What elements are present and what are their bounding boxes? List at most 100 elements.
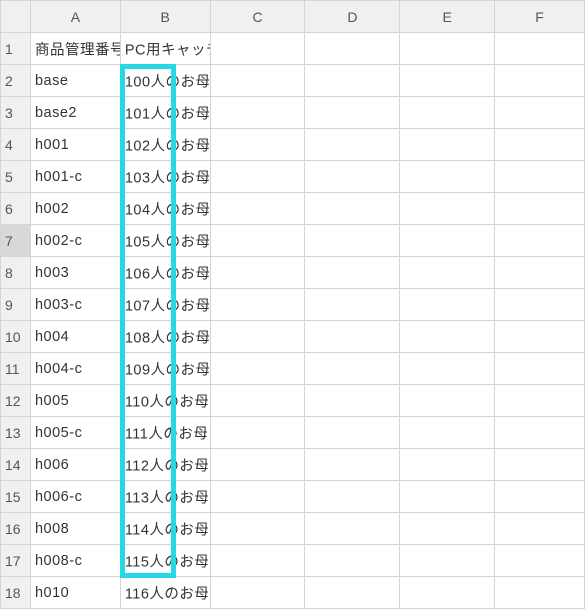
cell[interactable] — [210, 513, 305, 545]
col-header-E[interactable]: E — [400, 1, 495, 33]
row-header[interactable]: 8 — [1, 257, 31, 289]
cell[interactable] — [495, 417, 585, 449]
row-header[interactable]: 5 — [1, 161, 31, 193]
cell[interactable]: 115人のお母さんが選んだ！ベストセレクション — [120, 545, 210, 577]
cell[interactable]: h004 — [30, 321, 120, 353]
cell[interactable]: PC用キャッチコピー — [120, 33, 210, 65]
cell[interactable] — [210, 97, 305, 129]
cell[interactable] — [210, 33, 305, 65]
cell[interactable] — [400, 417, 495, 449]
cell[interactable]: h008-c — [30, 545, 120, 577]
cell[interactable]: 105人のお母さんが選んだ！ベストセレクション — [120, 225, 210, 257]
row-header[interactable]: 17 — [1, 545, 31, 577]
cell[interactable] — [400, 385, 495, 417]
cell[interactable] — [210, 225, 305, 257]
cell[interactable] — [305, 385, 400, 417]
cell[interactable] — [210, 481, 305, 513]
cell[interactable]: 104人のお母さんが選んだ！ベストセレクション — [120, 193, 210, 225]
cell[interactable] — [400, 129, 495, 161]
cell[interactable] — [305, 481, 400, 513]
cell[interactable]: 109人のお母さんが選んだ！ベストセレクション — [120, 353, 210, 385]
cell[interactable] — [305, 513, 400, 545]
cell[interactable] — [495, 97, 585, 129]
cell[interactable]: base — [30, 65, 120, 97]
cell[interactable]: h001 — [30, 129, 120, 161]
cell[interactable] — [400, 65, 495, 97]
cell[interactable] — [400, 513, 495, 545]
row-header[interactable]: 2 — [1, 65, 31, 97]
cell[interactable] — [305, 193, 400, 225]
cell[interactable]: 108人のお母さんが選んだ！ベストセレクション — [120, 321, 210, 353]
cell[interactable]: 100人のお母さんが選んだ！ベストセレクション — [120, 65, 210, 97]
cell[interactable]: h006-c — [30, 481, 120, 513]
cell[interactable]: h005 — [30, 385, 120, 417]
col-header-D[interactable]: D — [305, 1, 400, 33]
cell[interactable] — [305, 289, 400, 321]
cell[interactable] — [495, 353, 585, 385]
cell[interactable] — [210, 577, 305, 609]
cell[interactable] — [210, 65, 305, 97]
cell[interactable] — [305, 577, 400, 609]
row-header[interactable]: 10 — [1, 321, 31, 353]
cell[interactable] — [305, 129, 400, 161]
row-header[interactable]: 6 — [1, 193, 31, 225]
cell[interactable] — [400, 449, 495, 481]
cell[interactable]: 116人のお母さんが選んだ！ベストセレクション — [120, 577, 210, 609]
row-header[interactable]: 18 — [1, 577, 31, 609]
cell[interactable]: h006 — [30, 449, 120, 481]
cell[interactable]: 111人のお母さんが選んだ！ベストセレクション — [120, 417, 210, 449]
cell[interactable] — [305, 449, 400, 481]
cell[interactable] — [400, 33, 495, 65]
cell[interactable] — [495, 193, 585, 225]
cell[interactable]: 113人のお母さんが選んだ！ベストセレクション — [120, 481, 210, 513]
cell[interactable] — [400, 321, 495, 353]
cell[interactable]: 112人のお母さんが選んだ！ベストセレクション — [120, 449, 210, 481]
cell[interactable] — [495, 225, 585, 257]
cell[interactable] — [305, 97, 400, 129]
cell[interactable] — [400, 257, 495, 289]
row-header[interactable]: 9 — [1, 289, 31, 321]
cell[interactable]: 114人のお母さんが選んだ！ベストセレクション — [120, 513, 210, 545]
cell[interactable]: h002 — [30, 193, 120, 225]
cell[interactable] — [210, 321, 305, 353]
cell[interactable] — [305, 353, 400, 385]
cell[interactable] — [210, 289, 305, 321]
cell[interactable] — [210, 545, 305, 577]
cell[interactable] — [400, 481, 495, 513]
cell[interactable] — [210, 193, 305, 225]
cell[interactable] — [210, 417, 305, 449]
cell[interactable] — [400, 193, 495, 225]
cell[interactable]: 103人のお母さんが選んだ！ベストセレクション — [120, 161, 210, 193]
cell[interactable]: h002-c — [30, 225, 120, 257]
cell[interactable] — [305, 225, 400, 257]
row-header[interactable]: 7 — [1, 225, 31, 257]
cell[interactable] — [305, 65, 400, 97]
cell[interactable]: base2 — [30, 97, 120, 129]
cell[interactable] — [210, 353, 305, 385]
cell[interactable] — [400, 353, 495, 385]
cell[interactable] — [305, 417, 400, 449]
cell[interactable] — [495, 65, 585, 97]
cell[interactable]: 102人のお母さんが選んだ！ベストセレクション — [120, 129, 210, 161]
row-header[interactable]: 4 — [1, 129, 31, 161]
select-all-corner[interactable] — [1, 1, 31, 33]
cell[interactable] — [495, 513, 585, 545]
cell[interactable] — [495, 161, 585, 193]
cell[interactable] — [400, 545, 495, 577]
cell[interactable]: 107人のお母さんが選んだ！ベストセレクション — [120, 289, 210, 321]
cell[interactable] — [210, 161, 305, 193]
cell[interactable] — [400, 289, 495, 321]
row-header[interactable]: 14 — [1, 449, 31, 481]
cell[interactable] — [305, 321, 400, 353]
cell[interactable] — [210, 257, 305, 289]
cell[interactable] — [305, 545, 400, 577]
row-header[interactable]: 13 — [1, 417, 31, 449]
col-header-C[interactable]: C — [210, 1, 305, 33]
row-header[interactable]: 3 — [1, 97, 31, 129]
cell[interactable] — [210, 129, 305, 161]
cell[interactable]: 106人のお母さんが選んだ！ベストセレクション — [120, 257, 210, 289]
cell[interactable] — [495, 257, 585, 289]
row-header[interactable]: 11 — [1, 353, 31, 385]
cell[interactable] — [400, 161, 495, 193]
cell[interactable] — [495, 449, 585, 481]
